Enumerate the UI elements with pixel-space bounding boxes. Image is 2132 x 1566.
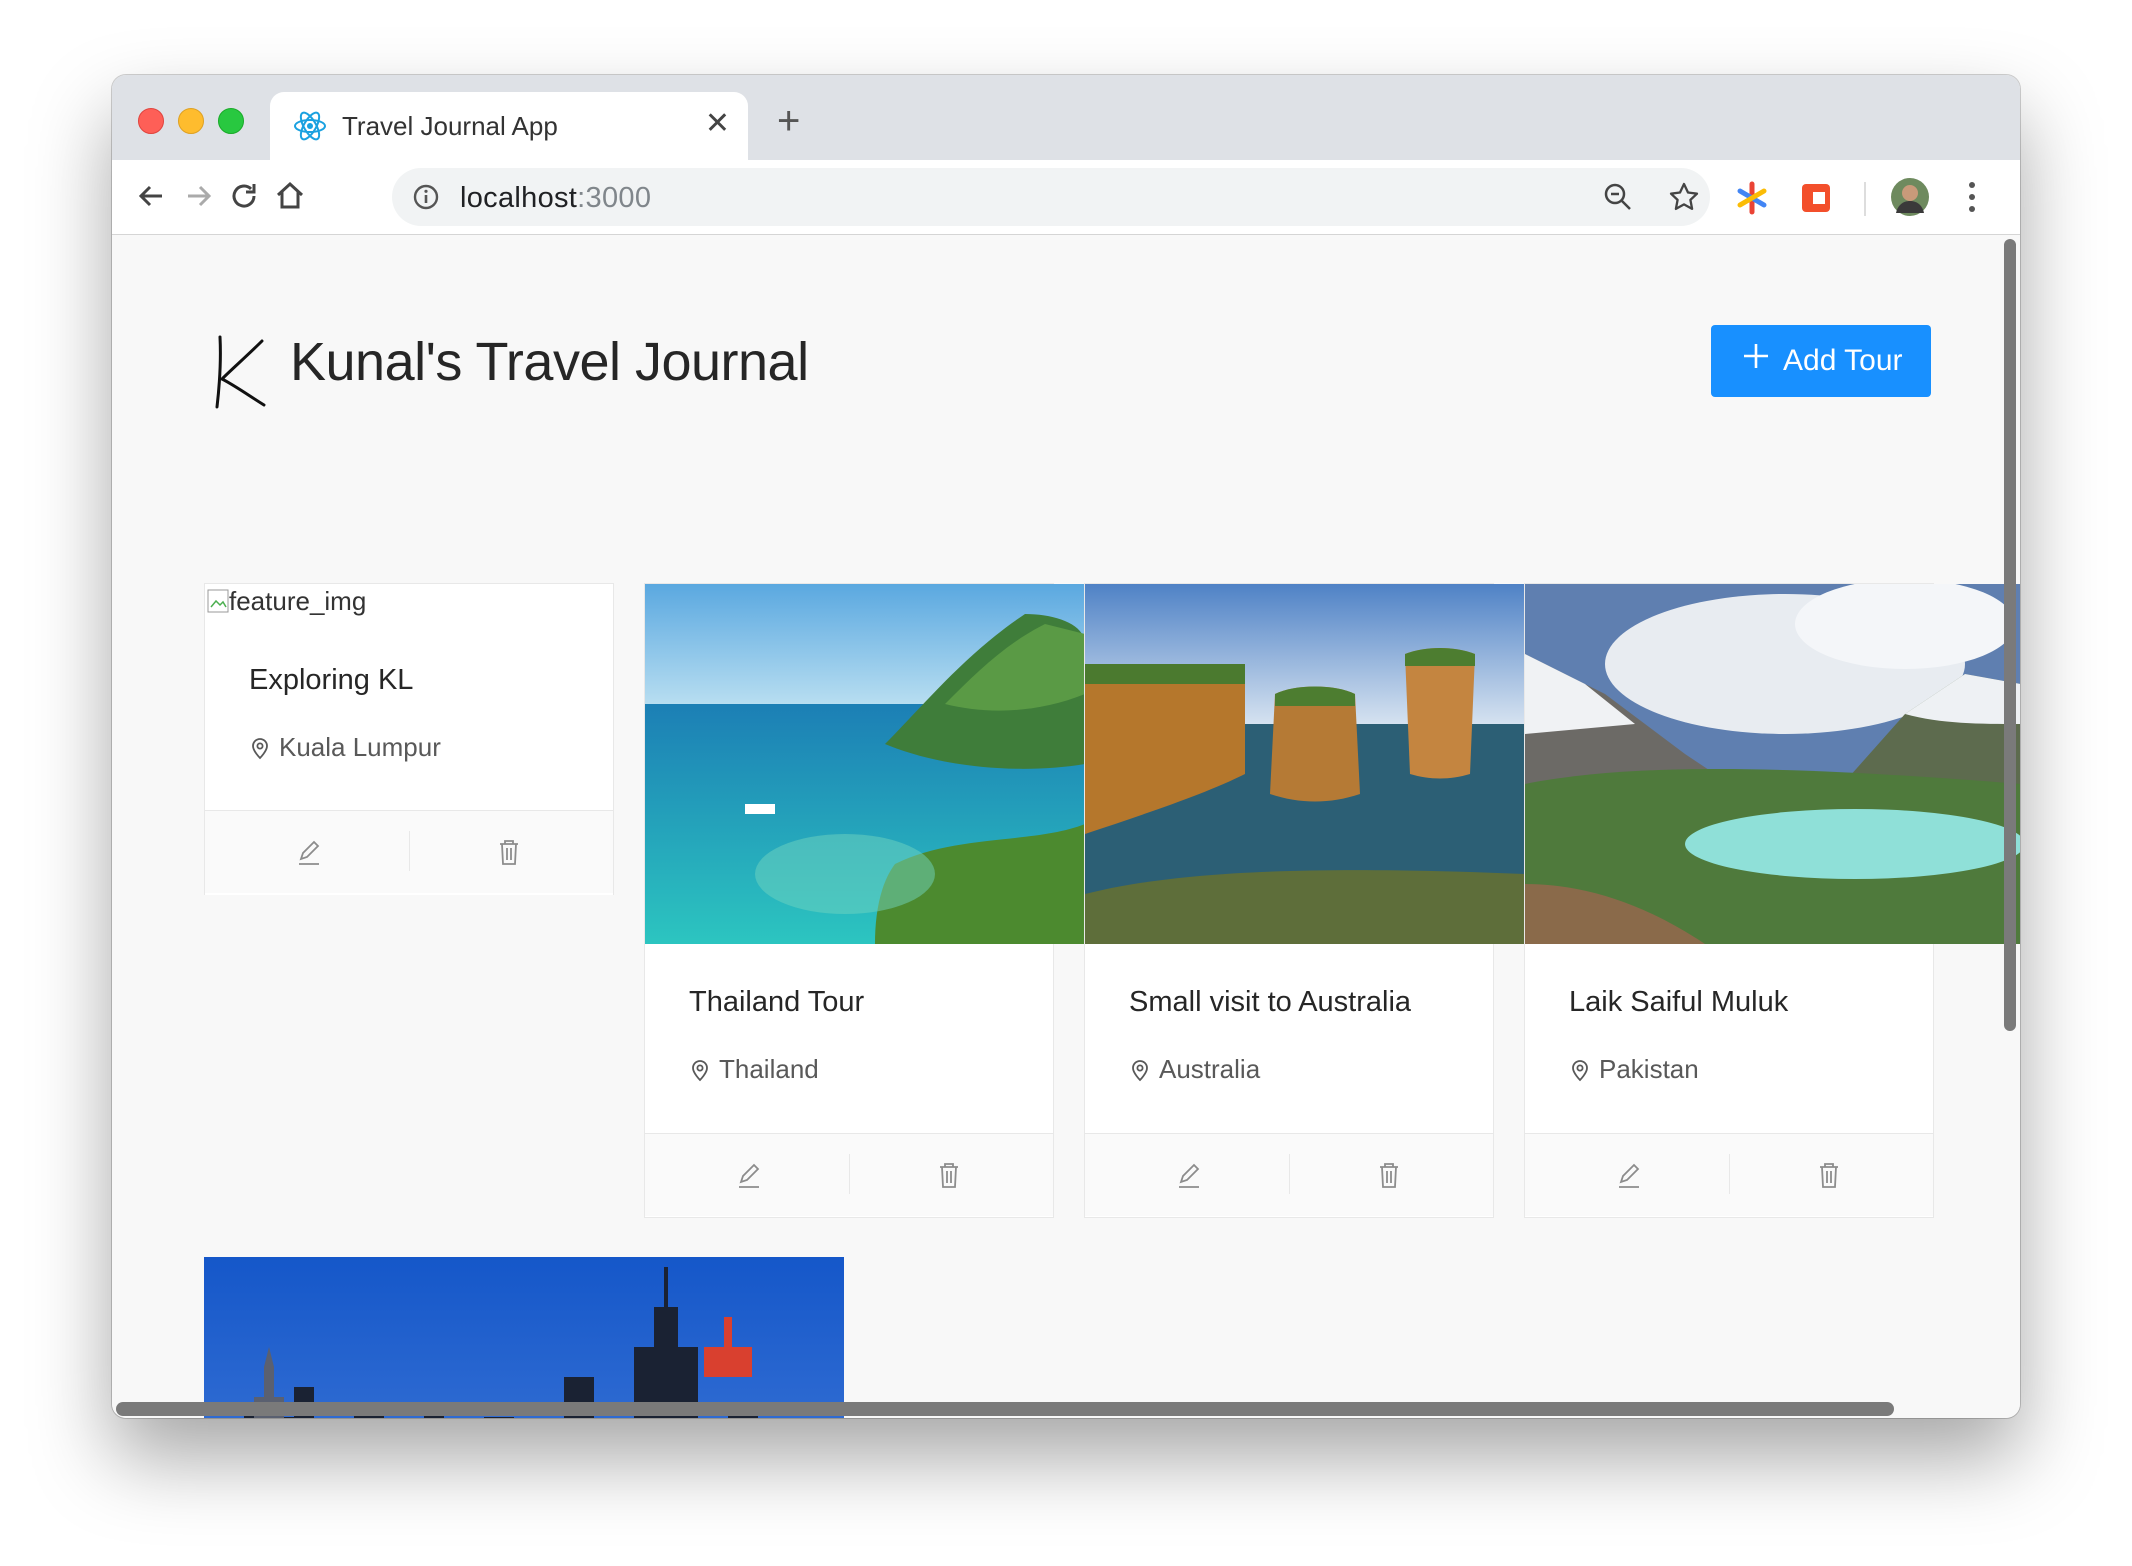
delete-icon[interactable] — [492, 835, 526, 869]
tour-card[interactable]: feature_img Exploring KL Kuala Lumpur — [204, 583, 614, 895]
page-content: Kunal's Travel Journal Add Tour feature_… — [112, 235, 2020, 1418]
tour-card[interactable] — [204, 1257, 844, 1418]
location-pin-icon — [692, 1060, 708, 1082]
tour-image-city — [204, 1257, 844, 1418]
plus-icon — [1744, 344, 1768, 368]
back-arrow-icon[interactable] — [132, 176, 172, 216]
address-bar[interactable]: localhost:3000 — [392, 168, 1710, 226]
edit-icon[interactable] — [732, 1158, 766, 1192]
tour-location: Pakistan — [1569, 1054, 1699, 1085]
location-pin-icon — [252, 738, 268, 760]
edit-icon[interactable] — [1612, 1158, 1646, 1192]
extension-asterisk-icon[interactable] — [1734, 180, 1770, 216]
delete-icon[interactable] — [932, 1158, 966, 1192]
tour-image-pakistan — [1525, 584, 2020, 944]
tour-card[interactable]: Small visit to Australia Australia — [1084, 583, 1525, 1218]
extension-square-icon[interactable] — [1800, 182, 1832, 214]
tour-image-thailand — [645, 584, 1085, 944]
tour-title: Thailand Tour — [689, 986, 865, 1018]
page-title: Kunal's Travel Journal — [290, 332, 809, 392]
delete-icon[interactable] — [1812, 1158, 1846, 1192]
action-divider — [1289, 1154, 1290, 1194]
close-tab-icon[interactable]: ✕ — [705, 106, 730, 142]
card-actions — [1525, 1133, 1933, 1216]
toolbar-divider — [1864, 182, 1866, 216]
url-text: localhost:3000 — [460, 182, 652, 214]
tour-location: Australia — [1129, 1054, 1260, 1085]
tour-title: Exploring KL — [249, 664, 414, 696]
delete-icon[interactable] — [1372, 1158, 1406, 1192]
tour-card[interactable]: Thailand Tour Thailand — [644, 583, 1085, 1218]
browser-tab[interactable]: Travel Journal App ✕ — [270, 92, 748, 160]
tour-title: Laik Saiful Muluk — [1569, 986, 1789, 1018]
browser-window: Travel Journal App ✕ + localhost:3000 Ku… — [112, 75, 2020, 1418]
home-icon[interactable] — [270, 176, 310, 216]
vertical-scrollbar[interactable] — [2004, 239, 2016, 1031]
edit-icon[interactable] — [1172, 1158, 1206, 1192]
broken-image-icon — [207, 589, 229, 613]
signature-logo — [215, 335, 266, 409]
maximize-window-button[interactable] — [218, 108, 244, 134]
zoom-out-icon[interactable] — [1602, 181, 1634, 213]
card-actions — [645, 1133, 1053, 1216]
profile-avatar[interactable] — [1890, 177, 1930, 217]
action-divider — [409, 831, 410, 871]
close-window-button[interactable] — [138, 108, 164, 134]
add-tour-label: Add Tour — [1783, 344, 1903, 377]
tour-location: Kuala Lumpur — [249, 732, 441, 763]
add-tour-button[interactable]: Add Tour — [1711, 325, 1931, 397]
horizontal-scrollbar[interactable] — [116, 1402, 1894, 1416]
tab-strip: Travel Journal App ✕ + — [112, 75, 2020, 160]
bookmark-star-icon[interactable] — [1668, 181, 1700, 213]
new-tab-button[interactable]: + — [777, 101, 800, 141]
menu-kebab-icon[interactable] — [1966, 180, 1978, 214]
card-actions — [1085, 1133, 1493, 1216]
browser-toolbar: localhost:3000 — [112, 160, 2020, 235]
action-divider — [1729, 1154, 1730, 1194]
edit-icon[interactable] — [292, 835, 326, 869]
forward-arrow-icon[interactable] — [178, 176, 218, 216]
card-actions — [205, 810, 613, 893]
location-pin-icon — [1572, 1060, 1588, 1082]
tour-image-australia — [1085, 584, 1525, 944]
info-icon[interactable] — [412, 183, 440, 211]
react-atom-icon — [294, 111, 326, 141]
broken-image: feature_img — [207, 586, 366, 617]
location-pin-icon — [1132, 1060, 1148, 1082]
tour-location: Thailand — [689, 1054, 819, 1085]
action-divider — [849, 1154, 850, 1194]
tour-title: Small visit to Australia — [1129, 986, 1412, 1018]
reload-icon[interactable] — [224, 176, 264, 216]
minimize-window-button[interactable] — [178, 108, 204, 134]
tab-title: Travel Journal App — [342, 111, 558, 141]
tour-card[interactable]: Laik Saiful Muluk Pakistan — [1524, 583, 2020, 1218]
